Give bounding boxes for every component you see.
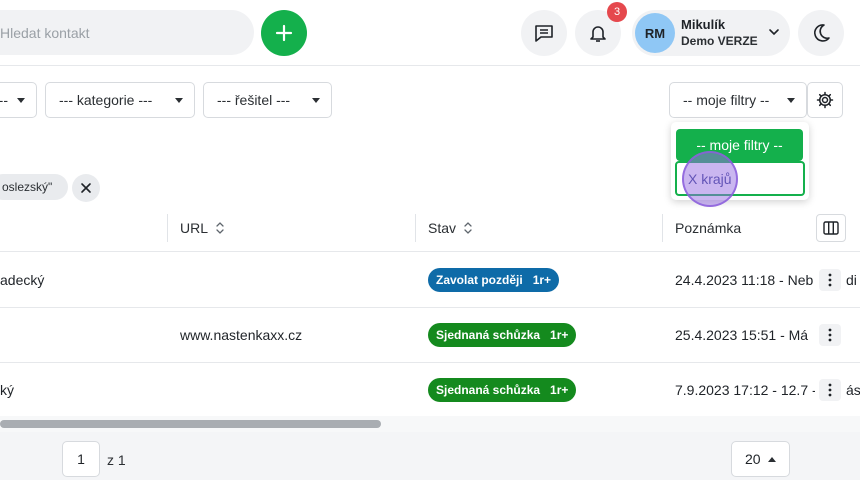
status-ext: 1r+ xyxy=(550,328,569,342)
status-ext: 1r+ xyxy=(532,273,552,287)
solver-select-label: --- řešitel --- xyxy=(217,92,291,108)
cell-url xyxy=(180,253,410,307)
cell-url[interactable]: www.nastenkaxx.cz xyxy=(180,308,410,362)
search-input[interactable] xyxy=(0,10,240,55)
page-total-label: z 1 xyxy=(107,452,126,468)
column-header-status-label: Stav xyxy=(428,220,457,236)
column-header-status[interactable]: Stav xyxy=(428,204,473,252)
cell-note: 25.4.2023 15:51 - Má xyxy=(675,327,809,343)
page-size-value: 20 xyxy=(745,451,761,467)
column-header-url-label: URL xyxy=(180,220,209,236)
category-select-label: --- kategorie --- xyxy=(59,92,153,108)
horizontal-scrollbar-thumb[interactable] xyxy=(0,420,381,428)
row-actions-button[interactable] xyxy=(819,324,841,346)
user-subtitle: Demo VERZE xyxy=(681,34,758,48)
my-filters-dropdown: -- moje filtry -- X krajů xyxy=(671,122,809,200)
close-icon xyxy=(81,183,91,193)
cell-name: ký xyxy=(0,382,14,398)
notification-badge: 3 xyxy=(607,2,627,22)
active-filter-chip: oslezský" xyxy=(0,174,68,200)
cell-name xyxy=(0,308,160,362)
my-filters-select-label: -- moje filtry -- xyxy=(683,92,770,108)
dropdown-option-selected[interactable]: -- moje filtry -- xyxy=(676,129,803,161)
cell-name: adecký xyxy=(0,272,45,288)
my-filters-select[interactable]: -- moje filtry -- xyxy=(669,82,807,118)
page-number-input[interactable]: 1 xyxy=(62,441,100,477)
message-icon xyxy=(535,25,553,42)
table-row[interactable]: adecký Zavolat později 1r+ 24.4.2023 11:… xyxy=(0,253,860,308)
sort-icon xyxy=(216,222,224,234)
status-label: Zavolat později xyxy=(436,273,523,287)
status-badge[interactable]: Zavolat později 1r+ xyxy=(428,268,560,292)
caret-down-icon xyxy=(17,98,25,103)
filter-select-left-label: --- xyxy=(0,92,8,108)
filter-select-left[interactable]: --- xyxy=(0,82,37,118)
page-size-select[interactable]: 20 xyxy=(731,441,790,477)
status-ext: 1r+ xyxy=(550,383,569,397)
status-badge[interactable]: Sjednaná schůzka 1r+ xyxy=(428,323,577,347)
gear-icon xyxy=(816,91,834,109)
filter-settings-button[interactable] xyxy=(807,82,843,118)
cell-overflow: ás xyxy=(846,382,860,398)
column-header-note[interactable]: Poznámka xyxy=(675,204,741,252)
caret-down-icon xyxy=(175,98,183,103)
row-actions-button[interactable] xyxy=(819,379,841,401)
row-actions-button[interactable] xyxy=(819,269,841,291)
category-select[interactable]: --- kategorie --- xyxy=(45,82,195,118)
bell-icon xyxy=(590,26,606,42)
more-vertical-icon xyxy=(828,273,832,287)
moon-icon xyxy=(814,24,830,42)
dropdown-option-kraje[interactable]: X krajů xyxy=(675,161,805,196)
cell-note: 7.9.2023 17:12 - 12.7 - xyxy=(675,382,815,398)
user-name: Mikulík xyxy=(681,17,726,32)
chevron-down-icon xyxy=(769,29,779,36)
cell-status: Sjednaná schůzka 1r+ xyxy=(428,308,658,362)
column-settings-button[interactable] xyxy=(816,214,846,242)
table-header: URL Stav Poznámka xyxy=(0,204,860,252)
caret-down-icon xyxy=(312,98,320,103)
more-vertical-icon xyxy=(828,383,832,397)
clear-filter-button[interactable] xyxy=(72,174,100,202)
solver-select[interactable]: --- řešitel --- xyxy=(203,82,332,118)
column-divider xyxy=(662,214,663,242)
column-header-note-label: Poznámka xyxy=(675,220,742,236)
table-row[interactable]: www.nastenkaxx.cz Sjednaná schůzka 1r+ 2… xyxy=(0,308,860,363)
cell-status: Sjednaná schůzka 1r+ xyxy=(428,363,658,417)
top-bar: 3 RM Mikulík Demo VERZE xyxy=(0,0,860,66)
messages-button[interactable] xyxy=(521,10,567,56)
user-menu[interactable]: RM Mikulík Demo VERZE xyxy=(632,10,790,56)
dark-mode-toggle[interactable] xyxy=(798,10,844,56)
column-header-url[interactable]: URL xyxy=(180,204,225,252)
cell-note: 24.4.2023 11:18 - Neb xyxy=(675,272,814,288)
status-badge[interactable]: Sjednaná schůzka 1r+ xyxy=(428,378,577,402)
column-divider xyxy=(167,214,168,242)
cell-overflow: di xyxy=(846,272,857,288)
caret-down-icon xyxy=(787,98,795,103)
avatar: RM xyxy=(635,13,675,53)
cell-url xyxy=(180,363,410,417)
status-label: Sjednaná schůzka xyxy=(436,328,541,342)
columns-icon xyxy=(823,221,839,235)
column-divider xyxy=(415,214,416,242)
active-filter-chip-label: oslezský" xyxy=(2,180,53,194)
search-box xyxy=(0,10,254,55)
sort-icon xyxy=(464,222,472,234)
plus-icon xyxy=(275,24,293,42)
more-vertical-icon xyxy=(828,328,832,342)
status-label: Sjednaná schůzka xyxy=(436,383,541,397)
add-contact-button[interactable] xyxy=(261,10,307,56)
table-row[interactable]: ký Sjednaná schůzka 1r+ 7.9.2023 17:12 -… xyxy=(0,363,860,418)
cell-status: Zavolat později 1r+ xyxy=(428,253,658,307)
caret-up-icon xyxy=(768,457,776,462)
